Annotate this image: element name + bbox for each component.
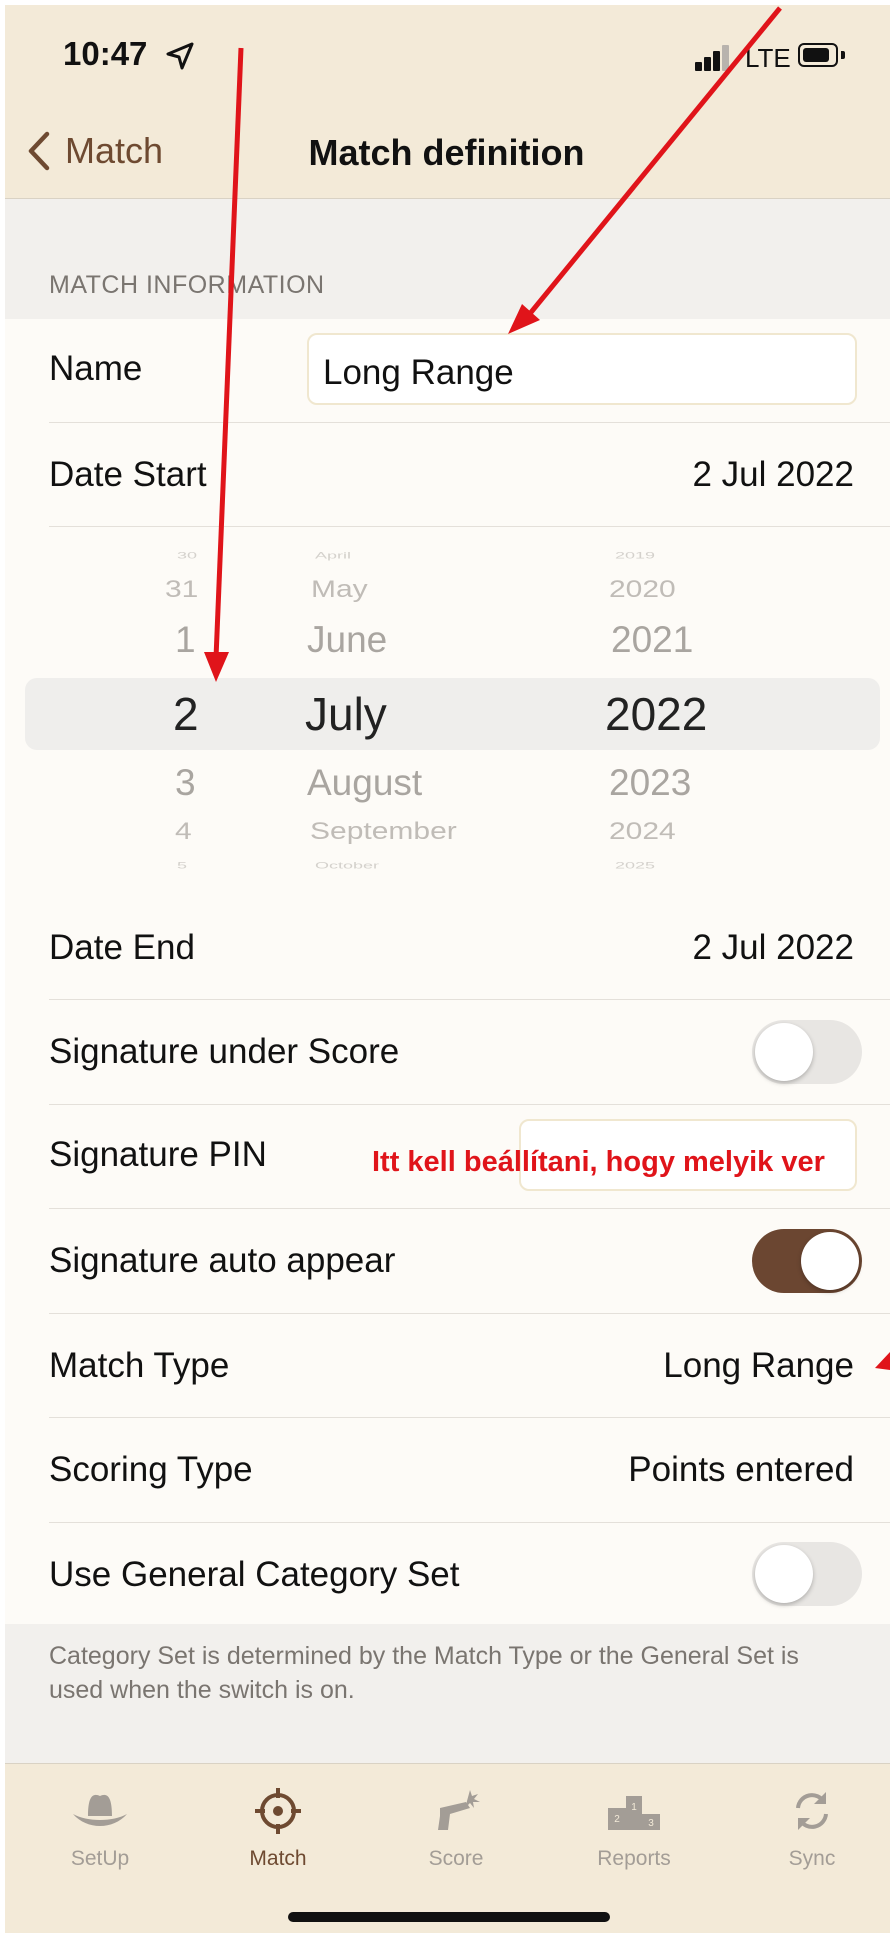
tab-reports[interactable]: 1 2 3 Reports [569, 1786, 699, 1871]
picker-year-item: 2020 [609, 576, 676, 603]
svg-text:1: 1 [631, 1802, 637, 1813]
picker-year-item: 2022 [605, 688, 708, 740]
category-set-note: Category Set is determined by the Match … [49, 1642, 799, 1704]
navigation-bar: Match Match definition [5, 110, 890, 199]
match-type-label: Match Type [49, 1346, 230, 1385]
battery-icon [798, 43, 838, 67]
picker-day-item: 3 [175, 762, 196, 803]
cowboy-hat-icon [73, 1794, 127, 1826]
scoring-type-label: Scoring Type [49, 1450, 253, 1489]
picker-month-item: July [305, 688, 387, 740]
signature-auto-appear-toggle[interactable] [752, 1229, 862, 1293]
row-date-start[interactable]: Date Start 2 Jul 2022 [49, 423, 890, 527]
match-info-card: Name Long Range Date Start 2 Jul 2022 Da… [5, 319, 890, 1624]
toggle-knob [801, 1232, 859, 1290]
crosshair-icon [255, 1788, 301, 1834]
tab-label: Sync [788, 1847, 836, 1870]
date-picker-wheel[interactable]: 30 31 1 2 3 4 5 April May June July Augu… [5, 525, 890, 895]
date-start-value: 2 Jul 2022 [692, 455, 854, 494]
tab-score[interactable]: Score [391, 1786, 521, 1871]
sync-icon [796, 1792, 828, 1830]
annotation-text: Itt kell beállítani, hogy melyik ver [372, 1146, 825, 1178]
scoring-type-value: Points entered [628, 1450, 854, 1489]
tab-label: Score [428, 1847, 484, 1870]
picker-month-column[interactable]: April May June July August September Oct… [305, 525, 545, 895]
nav-title-wrap: Match definition [5, 132, 890, 174]
picker-month-item: October [315, 860, 380, 871]
row-signature-auto-appear: Signature auto appear [49, 1209, 890, 1314]
picker-day-item: 2 [173, 688, 199, 740]
date-end-label: Date End [49, 928, 195, 967]
podium-icon: 1 2 3 [608, 1796, 660, 1830]
tab-bar: SetUp Match Score 1 2 3 Reports Sync [5, 1763, 890, 1933]
picker-year-item: 2025 [615, 860, 656, 871]
status-bar: 10:47 LTE [5, 5, 890, 110]
picker-day-item: 1 [175, 619, 196, 660]
picker-year-item: 2021 [611, 619, 694, 660]
home-indicator [288, 1912, 610, 1922]
row-name: Name Long Range [49, 319, 890, 423]
picker-month-item: September [310, 818, 457, 845]
page-title: Match definition [308, 132, 585, 173]
name-input[interactable]: Long Range [307, 333, 857, 405]
status-time: 10:47 [63, 35, 148, 72]
picker-year-item: 2024 [609, 818, 676, 845]
row-match-type[interactable]: Match Type Long Range [49, 1314, 890, 1418]
tab-label: Reports [597, 1847, 671, 1870]
cellular-signal-icon [695, 45, 729, 71]
picker-day-column[interactable]: 30 31 1 2 3 4 5 [155, 525, 235, 895]
name-label: Name [49, 349, 143, 388]
picker-day-item: 30 [177, 550, 198, 561]
row-general-category: Use General Category Set [49, 1523, 890, 1624]
picker-year-item: 2023 [609, 762, 692, 803]
picker-day-item: 4 [175, 818, 192, 845]
general-category-label: Use General Category Set [49, 1555, 460, 1594]
picker-month-item: May [311, 576, 368, 603]
date-end-value: 2 Jul 2022 [692, 928, 854, 967]
signature-pin-label: Signature PIN [49, 1135, 267, 1174]
match-type-value: Long Range [663, 1346, 854, 1385]
picker-year-item: 2019 [615, 550, 656, 561]
screen: 10:47 LTE Match Match definition MATCH I… [5, 5, 890, 1933]
battery-tip [841, 51, 845, 59]
section-header: MATCH INFORMATION [49, 271, 325, 299]
picker-day-item: 5 [177, 860, 188, 871]
row-scoring-type[interactable]: Scoring Type Points entered [49, 1418, 890, 1523]
svg-text:3: 3 [648, 1818, 654, 1829]
signature-auto-appear-label: Signature auto appear [49, 1241, 396, 1280]
signature-under-score-toggle[interactable] [752, 1020, 862, 1084]
picker-month-item: June [307, 619, 388, 660]
tab-match[interactable]: Match [213, 1786, 343, 1871]
picker-day-item: 31 [165, 576, 199, 603]
general-category-toggle[interactable] [752, 1542, 862, 1606]
picker-year-column[interactable]: 2019 2020 2021 2022 2023 2024 2025 [603, 525, 743, 895]
tab-label: Match [249, 1847, 307, 1870]
name-input-value: Long Range [323, 353, 514, 392]
tab-sync[interactable]: Sync [747, 1786, 877, 1871]
toggle-knob [755, 1545, 813, 1603]
tab-label: SetUp [70, 1847, 130, 1870]
tab-setup[interactable]: SetUp [35, 1786, 165, 1871]
row-date-end[interactable]: Date End 2 Jul 2022 [49, 896, 890, 1000]
revolver-icon [438, 1790, 480, 1830]
toggle-knob [755, 1023, 813, 1081]
row-signature-under-score: Signature under Score [49, 1000, 890, 1105]
picker-month-item: April [315, 550, 352, 561]
svg-text:2: 2 [614, 1814, 620, 1825]
date-start-label: Date Start [49, 455, 207, 494]
network-type: LTE [745, 43, 791, 73]
location-arrow-icon [166, 42, 194, 70]
signature-under-score-label: Signature under Score [49, 1032, 400, 1071]
picker-month-item: August [307, 762, 423, 803]
